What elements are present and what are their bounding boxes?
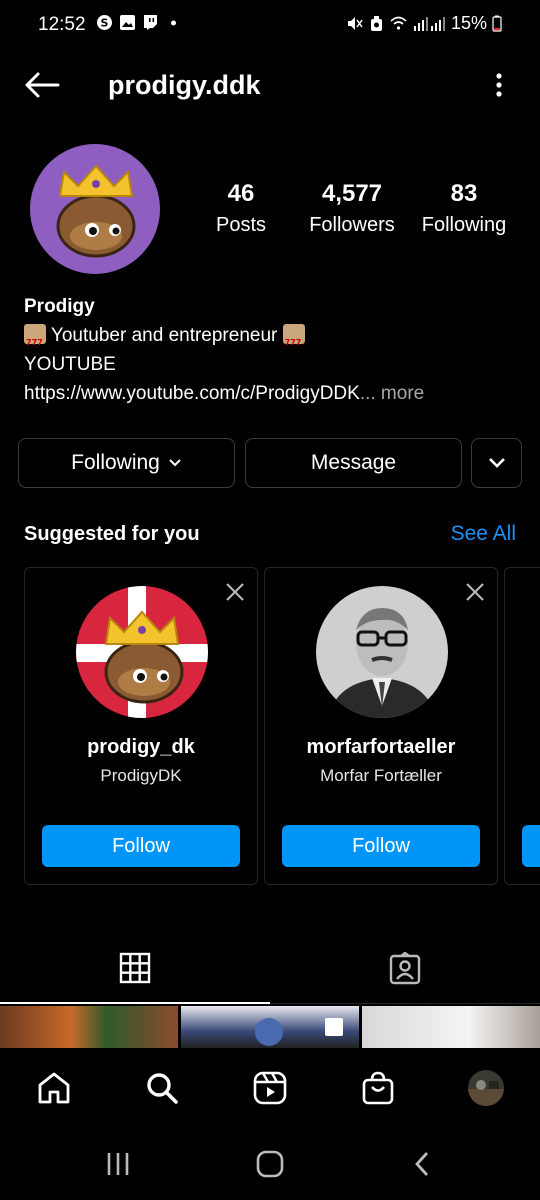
stat-value: 83: [450, 180, 478, 207]
bottom-nav: [0, 1048, 540, 1130]
follow-button[interactable]: Follow: [42, 825, 240, 867]
recent-apps-icon: [107, 1153, 129, 1175]
reels-icon: [253, 1071, 287, 1105]
profile-bio: Prodigy Youtuber and entrepreneur YOUTUB…: [24, 292, 524, 408]
status-left-icons: S: [96, 14, 182, 31]
follow-button-partial[interactable]: [522, 825, 540, 867]
post-thumbnail[interactable]: [0, 1006, 178, 1048]
battery-percent: 15%: [450, 13, 487, 33]
profile-avatar-icon: [468, 1070, 504, 1106]
stat-label: Followers: [309, 214, 395, 236]
bio-text: Youtuber and entrepreneur: [46, 325, 283, 346]
message-label: Message: [310, 451, 397, 474]
nav-home[interactable]: [34, 1068, 74, 1108]
search-icon: [147, 1073, 178, 1104]
stat-label: Posts: [215, 214, 267, 236]
suggestion-avatar[interactable]: [316, 586, 448, 718]
recent-apps-button[interactable]: [98, 1148, 138, 1180]
danish-flag-mascot-icon: [76, 586, 208, 718]
tagged-person-icon: [389, 952, 421, 985]
gallery-icon: [120, 15, 135, 30]
back-button[interactable]: [402, 1148, 442, 1180]
post-thumbnail[interactable]: [181, 1006, 359, 1048]
prodigy-mascot-icon: [56, 164, 136, 258]
nav-profile[interactable]: [466, 1068, 506, 1108]
bio-link[interactable]: https://www.youtube.com/c/ProdigyDDK: [24, 383, 360, 404]
profile-name: Prodigy: [24, 296, 95, 317]
page-title: prodigy.ddk: [108, 70, 261, 100]
message-button[interactable]: Message: [245, 438, 462, 488]
suggestion-card[interactable]: prodigy_dk ProdigyDK Follow: [24, 567, 258, 885]
status-bar: 12:52 S 15%: [0, 0, 540, 50]
suggested-title: Suggested for you: [24, 523, 200, 545]
suggestion-username: morfarfortaeller: [306, 736, 456, 758]
suggested-header: Suggested for you See All: [24, 520, 516, 550]
profile-tabs: [0, 940, 540, 1004]
stat-value: 4,577: [321, 180, 383, 207]
bio-more-link[interactable]: ... more: [360, 383, 424, 404]
home-icon: [38, 1072, 70, 1104]
status-time: 12:52: [38, 14, 86, 35]
close-icon[interactable]: [465, 582, 485, 602]
nav-shop[interactable]: [358, 1068, 398, 1108]
bio-link-line: https://www.youtube.com/c/ProdigyDDK... …: [24, 379, 524, 408]
home-circle-icon: [256, 1150, 284, 1178]
close-icon[interactable]: [225, 582, 245, 602]
svg-text:S: S: [101, 17, 109, 30]
chevron-down-icon: [169, 459, 181, 467]
dot-icon: [171, 20, 176, 26]
post-graphic: [255, 1018, 343, 1046]
nav-reels[interactable]: [250, 1068, 290, 1108]
skype-icon: S: [97, 15, 112, 30]
chevron-down-icon: [488, 458, 505, 468]
suggestion-card-partial[interactable]: [504, 567, 540, 885]
suggestion-card[interactable]: morfarfortaeller Morfar Fortæller Follow: [264, 567, 498, 885]
stat-followers[interactable]: 4,577 Followers: [292, 180, 412, 237]
tab-posts-grid[interactable]: [0, 940, 270, 1004]
bio-line: Youtuber and entrepreneur: [24, 321, 524, 357]
stat-value: 46: [227, 180, 255, 207]
tab-tagged[interactable]: [270, 940, 540, 1004]
alarm-icon: [370, 16, 382, 31]
grid-icon: [119, 952, 151, 984]
portrait-avatar-icon: [316, 586, 448, 718]
back-arrow-icon[interactable]: [22, 70, 62, 100]
stat-label: Following: [421, 214, 507, 236]
slot-machine-icon: [24, 324, 46, 357]
bio-line-2: YOUTUBE: [24, 354, 116, 375]
following-button[interactable]: Following: [18, 438, 235, 488]
home-button[interactable]: [250, 1148, 290, 1180]
mute-icon: [347, 17, 363, 30]
wifi-icon: [390, 16, 407, 30]
suggest-toggle-button[interactable]: [471, 438, 522, 488]
status-right-icons: 15%: [346, 13, 502, 34]
stat-posts[interactable]: 46 Posts: [181, 180, 301, 237]
follow-button[interactable]: Follow: [282, 825, 480, 867]
signal-icon: [413, 17, 445, 31]
following-label: Following: [71, 451, 160, 474]
post-thumbnail[interactable]: [362, 1006, 540, 1048]
stat-following[interactable]: 83 Following: [404, 180, 524, 237]
battery-icon: [492, 15, 502, 32]
see-all-link[interactable]: See All: [451, 522, 516, 546]
posts-grid: [0, 1006, 540, 1048]
twitch-icon: [144, 15, 157, 30]
shopping-bag-icon: [362, 1071, 394, 1105]
suggestion-fullname: ProdigyDK: [100, 766, 182, 785]
suggestion-fullname: Morfar Fortæller: [320, 766, 442, 785]
profile-header: prodigy.ddk: [0, 58, 540, 112]
more-options-icon[interactable]: [494, 72, 504, 98]
android-nav-bar: [0, 1130, 540, 1200]
profile-avatar[interactable]: [30, 144, 160, 274]
profile-actions: Following Message: [18, 438, 522, 488]
suggestion-username: prodigy_dk: [87, 736, 195, 758]
nav-search[interactable]: [142, 1068, 182, 1108]
back-chevron-icon: [415, 1152, 429, 1176]
slot-machine-icon: [282, 324, 305, 357]
suggestion-avatar[interactable]: [76, 586, 208, 718]
